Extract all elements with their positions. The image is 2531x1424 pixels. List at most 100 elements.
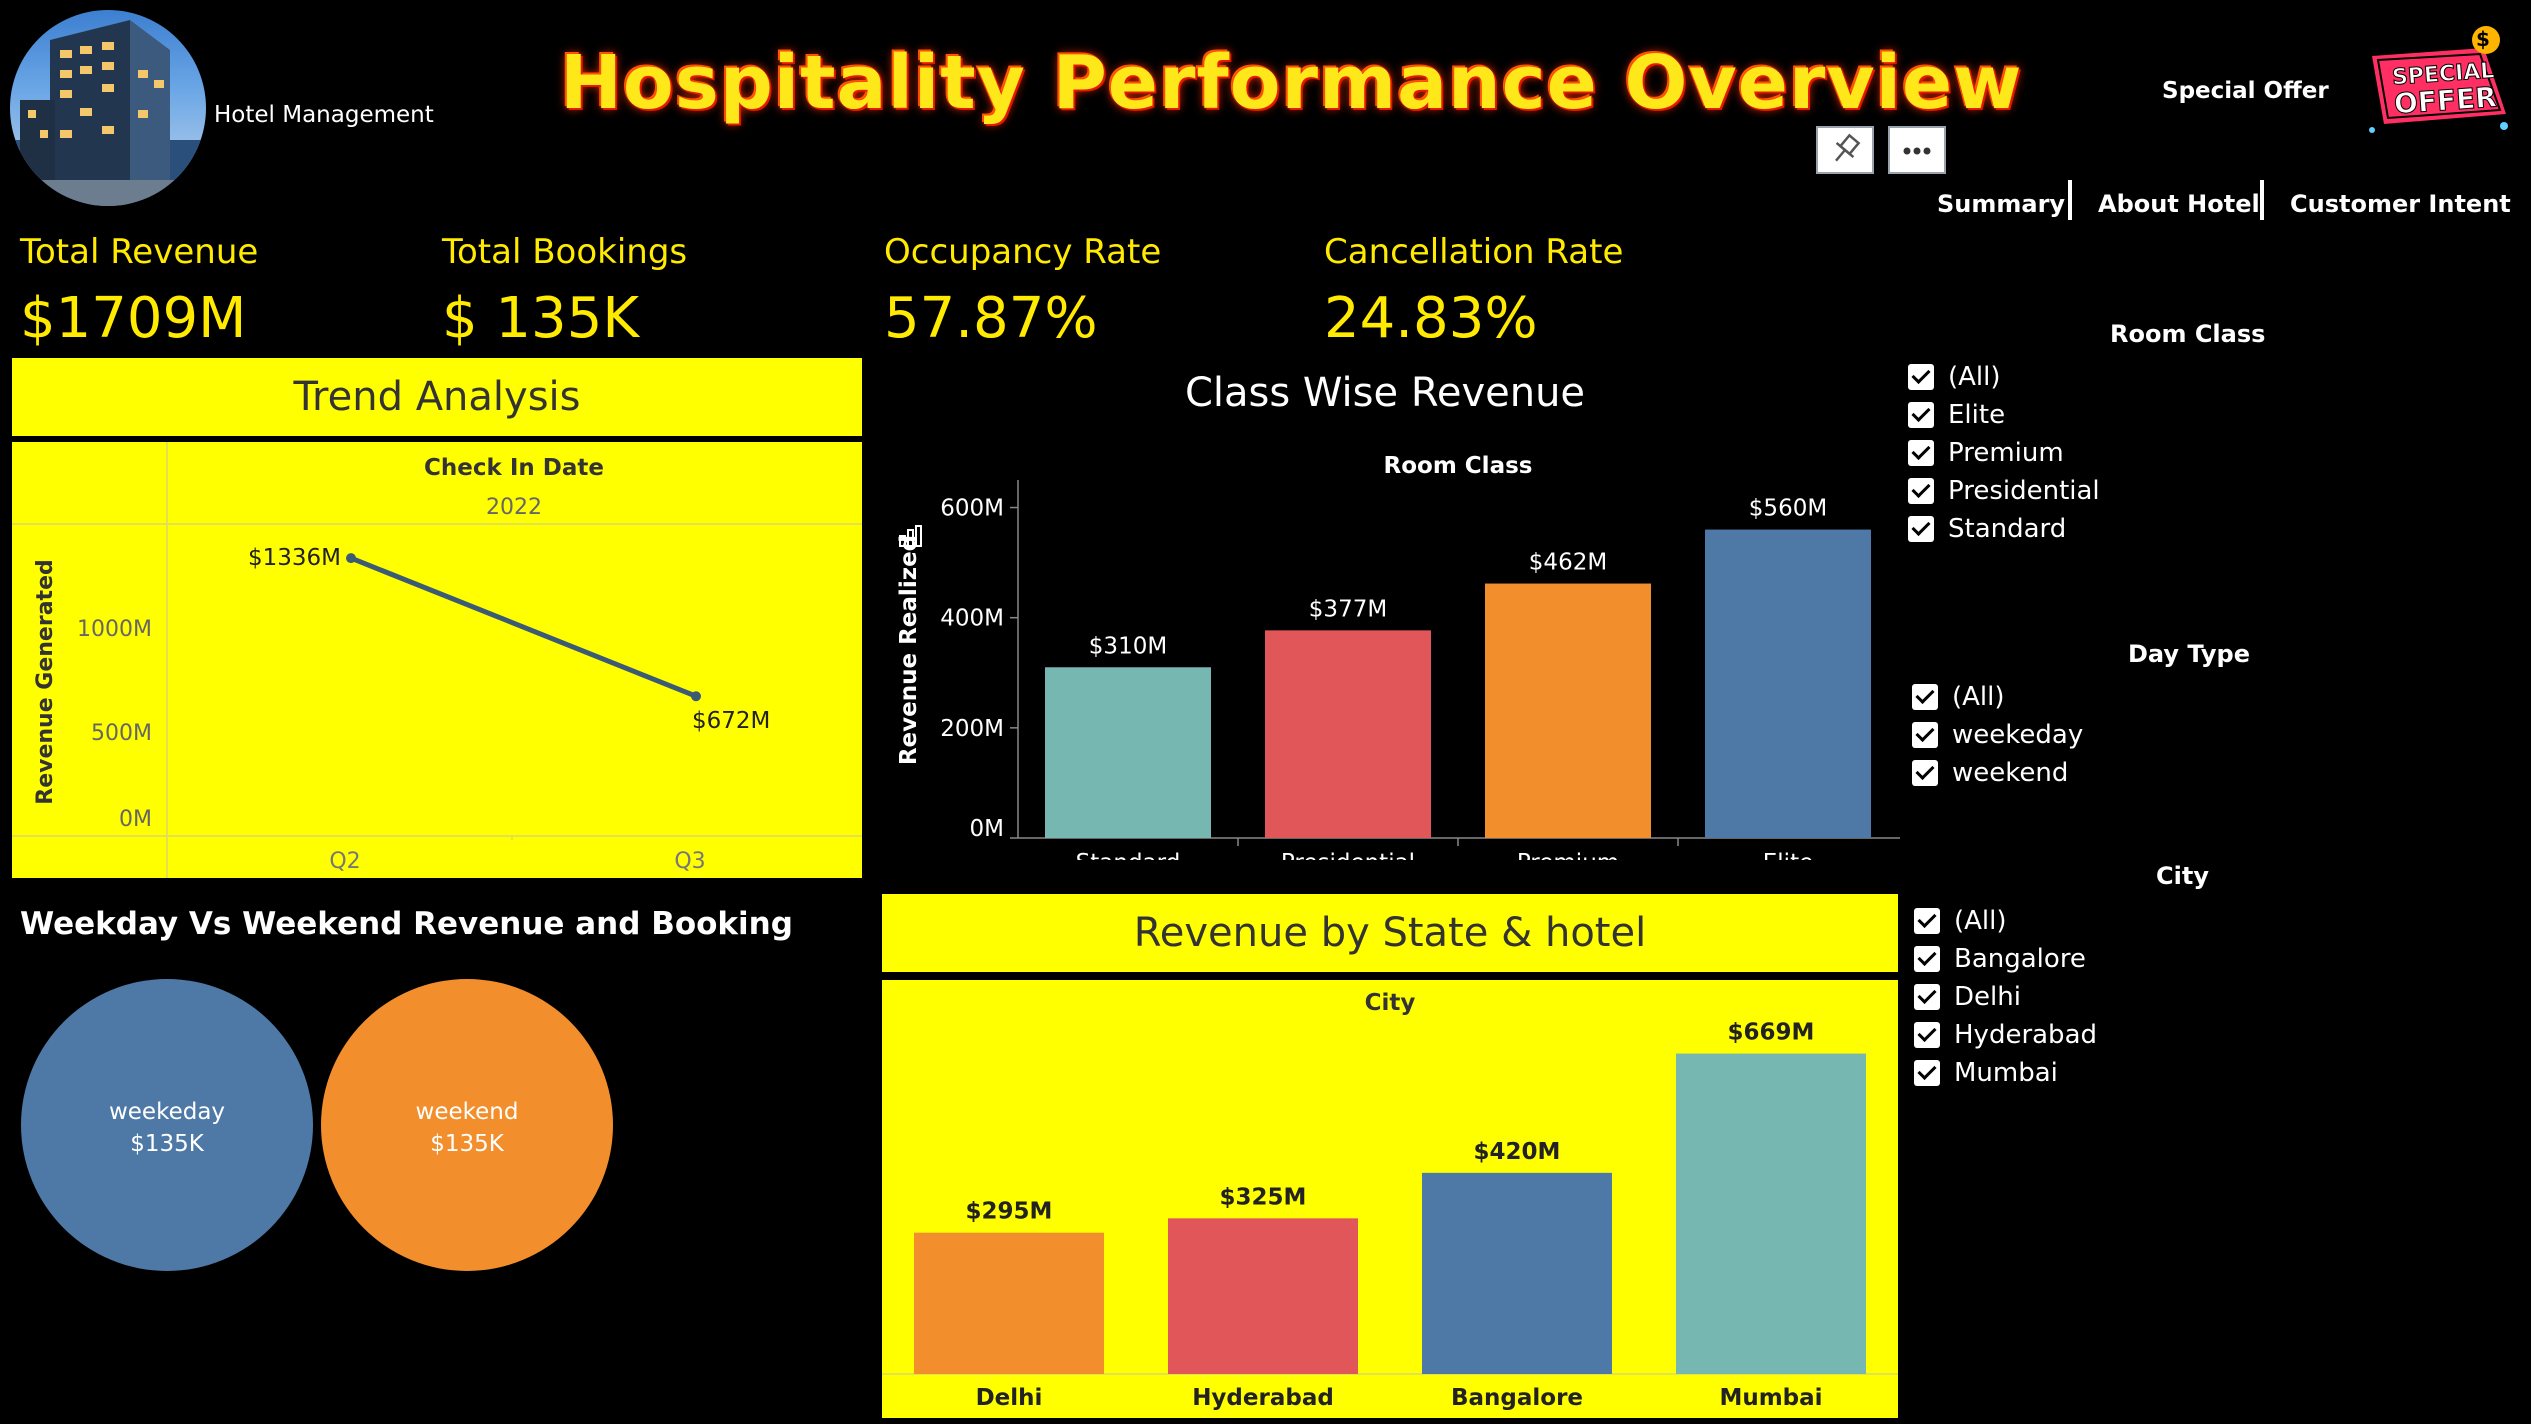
checkbox-checked-icon[interactable]	[1908, 516, 1934, 542]
filter-city-option[interactable]: Bangalore	[1914, 940, 2097, 978]
checkbox-checked-icon[interactable]	[1914, 984, 1940, 1010]
class-revenue-ylabel: Revenue Realized	[896, 535, 922, 765]
class-y-tick-label: 400M	[940, 606, 1004, 632]
filter-city-option-label: Bangalore	[1954, 944, 2086, 974]
state-revenue-bar[interactable]	[1676, 1053, 1866, 1374]
class-revenue-bar[interactable]	[1045, 667, 1211, 838]
trend-data-point[interactable]	[346, 553, 356, 564]
day-type-bubble[interactable]	[321, 979, 613, 1271]
class-revenue-bar[interactable]	[1485, 583, 1651, 838]
filter-room-class-option[interactable]: (All)	[1908, 358, 2100, 396]
nav-summary[interactable]: Summary	[1937, 190, 2065, 218]
nav-customer-intent[interactable]: Customer Intent	[2290, 190, 2511, 218]
class-revenue-data-label: $377M	[1309, 596, 1387, 622]
checkbox-checked-icon[interactable]	[1914, 946, 1940, 972]
class-revenue-bar[interactable]	[1265, 630, 1431, 838]
class-revenue-header: Room Class	[1384, 453, 1533, 479]
class-revenue-bar[interactable]	[1705, 529, 1871, 838]
day-type-bubble[interactable]	[21, 979, 313, 1271]
trend-year: 2022	[486, 495, 542, 520]
checkbox-checked-icon[interactable]	[1912, 684, 1938, 710]
filter-city-option[interactable]: Mumbai	[1914, 1054, 2097, 1092]
filter-day-type-option[interactable]: (All)	[1912, 678, 2083, 716]
trend-header: Check In Date	[424, 455, 604, 481]
state-x-tick-label: Delhi	[976, 1385, 1043, 1411]
filter-city-option-label: Hyderabad	[1954, 1020, 2097, 1050]
kpi-occupancy-rate-value: 57.87%	[884, 286, 1098, 351]
checkbox-checked-icon[interactable]	[1912, 722, 1938, 748]
filter-day-type-option-label: weekeday	[1952, 720, 2084, 750]
special-offer-badge[interactable]: $ SPECIAL OFFER	[2364, 26, 2514, 146]
special-offer-label[interactable]: Special Offer	[2162, 78, 2329, 104]
trend-title-panel: Trend Analysis	[12, 358, 862, 436]
state-revenue-data-label: $295M	[966, 1199, 1053, 1225]
class-x-tick-label: Presidential	[1281, 850, 1415, 860]
filter-day-type-list: (All) weekeday weekend	[1912, 678, 2083, 792]
pin-icon	[1835, 133, 1861, 162]
class-y-tick-label: 600M	[940, 496, 1004, 522]
state-chart-panel: City $295M Delhi $325M Hyderabad $420M Bangal…	[882, 980, 1898, 1418]
state-x-tick-label: Hyderabad	[1192, 1385, 1334, 1411]
trend-title: Trend Analysis	[293, 374, 581, 420]
state-x-tick-label: Mumbai	[1719, 1385, 1822, 1411]
bubble-category-label: weekend	[416, 1099, 519, 1125]
filter-city-option[interactable]: Delhi	[1914, 978, 2097, 1016]
more-options-button[interactable]	[1888, 126, 1946, 174]
trend-data-label: $672M	[692, 708, 770, 734]
weekday-weekend-title: Weekday Vs Weekend Revenue and Booking	[20, 906, 793, 942]
bubble-category-label: weekeday	[109, 1099, 225, 1125]
trend-y-tick-label: 1000M	[77, 617, 152, 642]
filter-city-option[interactable]: Hyderabad	[1914, 1016, 2097, 1054]
bubble-value-label: $135K	[130, 1131, 205, 1157]
trend-data-point[interactable]	[691, 691, 701, 702]
pin-button[interactable]	[1816, 126, 1874, 174]
filter-city-option-label: Mumbai	[1954, 1058, 2058, 1088]
filter-room-class-option-label: Standard	[1948, 514, 2067, 544]
filter-day-type-option[interactable]: weekeday	[1912, 716, 2083, 754]
filter-day-type-title: Day Type	[2128, 640, 2251, 668]
weekday-weekend-chart-area: weekeday $135K weekend $135K	[12, 960, 652, 1290]
state-revenue-bar[interactable]	[1422, 1172, 1612, 1374]
state-title: Revenue by State & hotel	[1133, 910, 1647, 956]
trend-ylabel: Revenue Generated	[33, 559, 58, 804]
class-revenue-bar-chart: Room Class Revenue Realized 0M 200M 400M 60…	[896, 453, 1900, 876]
filter-city-option-label: Delhi	[1954, 982, 2021, 1012]
state-title-panel: Revenue by State & hotel	[882, 894, 1898, 972]
page-title: Hospitality Performance Overview	[560, 40, 2023, 126]
trend-chart-panel: Check In Date 2022 Revenue Generated 0M 5…	[12, 442, 862, 878]
kpi-total-bookings-value: $ 135K	[442, 286, 640, 351]
checkbox-checked-icon[interactable]	[1914, 1060, 1940, 1086]
nav-about-hotel[interactable]: About Hotel	[2098, 190, 2260, 218]
filter-room-class-option[interactable]: Premium	[1908, 434, 2100, 472]
checkbox-checked-icon[interactable]	[1914, 908, 1940, 934]
filter-room-class-option-label: (All)	[1948, 362, 2001, 392]
filter-room-class-option-label: Premium	[1948, 438, 2064, 468]
filter-room-class-option-label: Elite	[1948, 400, 2006, 430]
checkbox-checked-icon[interactable]	[1912, 760, 1938, 786]
checkbox-checked-icon[interactable]	[1908, 364, 1934, 390]
checkbox-checked-icon[interactable]	[1908, 402, 1934, 428]
checkbox-checked-icon[interactable]	[1908, 478, 1934, 504]
filter-room-class-option[interactable]: Presidential	[1908, 472, 2100, 510]
trend-y-tick-label: 500M	[91, 721, 152, 746]
state-revenue-data-label: $325M	[1220, 1184, 1307, 1210]
state-revenue-bar[interactable]	[914, 1232, 1104, 1374]
checkbox-checked-icon[interactable]	[1914, 1022, 1940, 1048]
filter-room-class-option[interactable]: Elite	[1908, 396, 2100, 434]
state-revenue-data-label: $420M	[1474, 1139, 1561, 1165]
filter-room-class-title: Room Class	[2110, 320, 2266, 348]
class-y-tick-label: 0M	[970, 816, 1004, 842]
kpi-cancellation-rate-label: Cancellation Rate	[1324, 232, 1624, 272]
trend-data-label: $1336M	[248, 545, 341, 571]
class-revenue-chart-area: Room Class Revenue Realized 0M 200M 400M 60…	[880, 440, 1900, 876]
filter-room-class-option[interactable]: Standard	[1908, 510, 2100, 548]
checkbox-checked-icon[interactable]	[1908, 440, 1934, 466]
class-revenue-data-label: $310M	[1089, 633, 1167, 659]
class-x-tick-label: Elite	[1763, 850, 1813, 860]
filter-city-option[interactable]: (All)	[1914, 902, 2097, 940]
filter-day-type-option-label: weekend	[1952, 758, 2069, 788]
kpi-cancellation-rate-value: 24.83%	[1324, 286, 1538, 351]
more-dots-icon	[1903, 147, 1931, 155]
filter-day-type-option[interactable]: weekend	[1912, 754, 2083, 792]
state-revenue-bar[interactable]	[1168, 1218, 1358, 1374]
